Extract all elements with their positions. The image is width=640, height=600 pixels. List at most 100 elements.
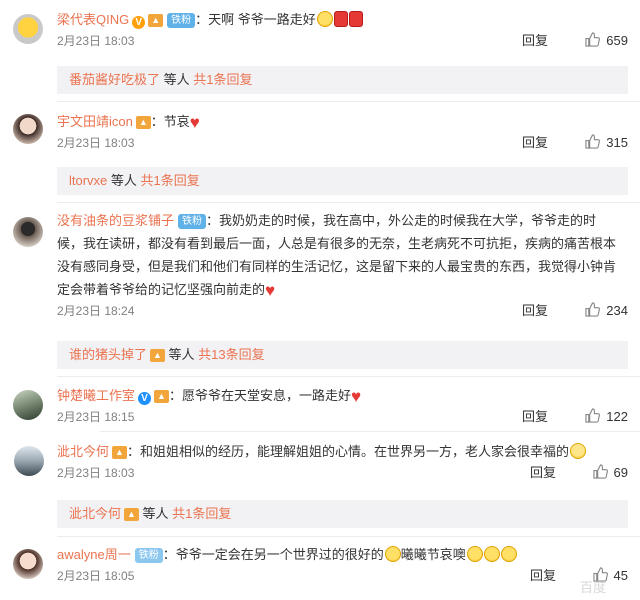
comment-content-line: ：我奶奶走的时候，我在高中，外公走的时候我在大学，爷爷走的时 [206, 213, 597, 228]
avatar[interactable] [14, 446, 44, 476]
like-button[interactable]: 315 [585, 133, 628, 153]
heart-emoji: ♥ [265, 281, 276, 300]
like-count: 234 [606, 303, 628, 318]
level-icon: ▲ [112, 446, 127, 459]
subreply-bar: 谁的猪头掉了 ▲ 等人 共13条回复 [57, 341, 628, 369]
fan-badge: 铁粉 [167, 13, 196, 28]
comment-content: ：爷爷一定会在另一个世界过的很好的 [162, 547, 384, 562]
comment-date: 2月23日 18:03 [57, 466, 135, 480]
reply-button[interactable]: 回复 [522, 31, 548, 51]
username-link[interactable]: 钟楚曦工作室 [57, 388, 135, 403]
crying-emoji [384, 546, 401, 562]
divider [100, 431, 640, 432]
reply-button[interactable]: 回复 [522, 301, 548, 321]
subreply-text: 等人 [107, 173, 141, 188]
subreply-count-link[interactable]: 共1条回复 [141, 173, 200, 188]
level-icon: ▲ [148, 14, 164, 27]
subreply-user-link[interactable]: ltorvxe [69, 173, 107, 188]
thumb-up-icon [585, 134, 601, 149]
subreply-bar: 番茄酱好吃极了 等人 共1条回复 [57, 66, 628, 94]
comment-text: awalyne周一 铁粉 ：爷爷一定会在另一个世界过的很好的 曦曦节哀噢 [57, 543, 628, 566]
reply-button[interactable]: 回复 [522, 133, 548, 153]
candle-emoji [333, 11, 348, 27]
comment-content: ：愿爷爷在天堂安息，一路走好 [168, 388, 351, 403]
comment-date: 2月23日 18:24 [57, 304, 135, 318]
subreply-user-link[interactable]: 谁的猪头掉了 [69, 347, 147, 362]
level-icon: ▲ [150, 349, 165, 362]
like-count: 122 [606, 409, 628, 424]
comment-content: ：和姐姐相似的经历，能理解姐姐的心情。在世界另一方，老人家会很幸福的 [126, 444, 569, 459]
avatar[interactable] [13, 14, 43, 44]
comment-text: 梁代表QING V ▲ 铁粉 ：天啊 爷爷一路走好 [57, 8, 628, 31]
subreply-bar: 泚北今何 ▲ 等人 共1条回复 [57, 500, 628, 528]
comment-date: 2月23日 18:03 [57, 34, 135, 48]
thumb-up-icon [585, 32, 601, 47]
like-count: 659 [606, 33, 628, 48]
like-button[interactable]: 234 [585, 301, 628, 321]
comment-date: 2月23日 18:05 [57, 569, 135, 583]
candle-emoji [348, 11, 363, 27]
comment-content-line: 候，我在读研，都没有看到最后一面，人总是有很多的无奈，生老病死不可抗拒，疾病的痛… [57, 236, 617, 251]
comment-text: 没有油条的豆浆铺子 铁粉 ：我奶奶走的时候，我在高中，外公走的时候我在大学，爷爷走的… [57, 209, 628, 301]
avatar[interactable] [13, 549, 43, 579]
comment-text: 钟楚曦工作室 V ▲ ：愿爷爷在天堂安息，一路走好♥ [57, 384, 628, 407]
heart-emoji: ♥ [350, 387, 362, 406]
crying-emoji [466, 546, 483, 562]
v-badge-icon: V [138, 392, 152, 405]
thumb-up-icon [585, 302, 601, 317]
comment-content: 曦曦节哀噢 [400, 547, 466, 562]
like-count: 45 [613, 568, 628, 583]
subreply-user-link[interactable]: 番茄酱好吃极了 [69, 72, 160, 87]
thumb-up-icon [585, 408, 601, 423]
divider [57, 536, 640, 537]
username-link[interactable]: 梁代表QING [57, 12, 129, 27]
comment-date: 2月23日 18:15 [57, 410, 135, 424]
level-icon: ▲ [154, 390, 169, 403]
v-badge-icon: V [132, 16, 146, 29]
heart-emoji: ♥ [189, 113, 200, 132]
like-button[interactable]: 659 [585, 31, 628, 51]
like-button[interactable]: 122 [585, 407, 628, 427]
subreply-count-link[interactable]: 共13条回复 [198, 347, 264, 362]
comment-content-line: 没有感同身受，但是我们和他们有同样的生活记忆，这是留下来的人最宝贵的东西，我觉得… [57, 259, 617, 274]
comment-content: ：节哀 [150, 114, 190, 129]
crying-emoji [500, 546, 517, 562]
username-link[interactable]: 宇文田靖icon [57, 114, 133, 129]
thumb-up-icon [592, 464, 608, 479]
reply-button[interactable]: 回复 [530, 566, 556, 586]
reply-button[interactable]: 回复 [530, 463, 556, 483]
crying-emoji [316, 11, 333, 27]
level-icon: ▲ [124, 508, 139, 521]
crying-emoji [483, 546, 500, 562]
like-count: 315 [606, 135, 628, 150]
avatar[interactable] [13, 217, 43, 247]
reply-button[interactable]: 回复 [522, 407, 548, 427]
fan-badge: 铁粉 [134, 548, 163, 563]
subreply-count-link[interactable]: 共1条回复 [193, 72, 252, 87]
comment-date: 2月23日 18:03 [57, 136, 135, 150]
subreply-text: 等人 [160, 72, 194, 87]
comment-text: 泚北今何 ▲ ：和姐姐相似的经历，能理解姐姐的心情。在世界另一方，老人家会很幸福的 [57, 440, 628, 463]
comment-content: ：天啊 爷爷一路走好 [195, 12, 316, 27]
subreply-bar: ltorvxe 等人 共1条回复 [57, 167, 628, 195]
comment-text: 宇文田靖icon ▲ ：节哀♥ [57, 110, 628, 133]
fan-badge: 铁粉 [178, 214, 207, 229]
subreply-text: 等人 [164, 347, 199, 362]
avatar[interactable] [13, 390, 43, 420]
divider [57, 101, 640, 102]
smile-emoji [569, 443, 586, 459]
like-count: 69 [613, 465, 628, 480]
subreply-count-link[interactable]: 共1条回复 [172, 506, 231, 521]
watermark: 百度 [579, 580, 606, 595]
like-button[interactable]: 69 [592, 463, 628, 483]
comment-content-line: 定会带着爷爷给的记忆坚强向前走的 [57, 282, 266, 297]
subreply-text: 等人 [138, 506, 173, 521]
username-link[interactable]: 泚北今何 [57, 444, 109, 459]
divider [57, 202, 640, 203]
avatar[interactable] [13, 114, 43, 144]
level-icon: ▲ [135, 116, 151, 129]
username-link[interactable]: 没有油条的豆浆铺子 [57, 213, 174, 228]
divider [57, 376, 640, 377]
username-link[interactable]: awalyne周一 [57, 547, 131, 562]
subreply-user-link[interactable]: 泚北今何 [69, 506, 121, 521]
